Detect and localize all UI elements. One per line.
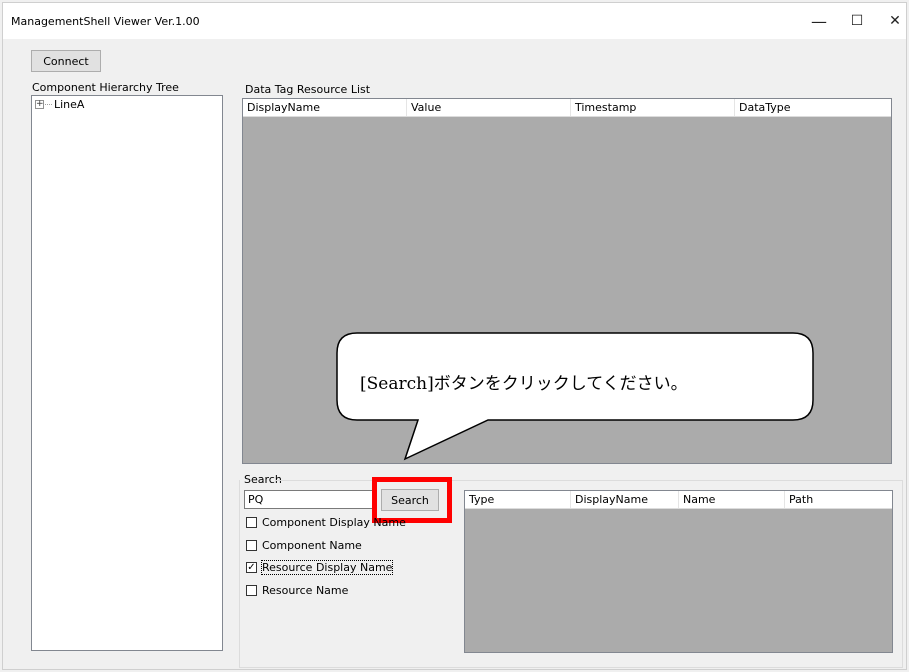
tree-node-label: LineA — [54, 98, 85, 111]
maximize-icon: ☐ — [850, 13, 864, 29]
search-options: Component Display Name Component Name ✓ … — [246, 514, 466, 604]
title-bar: ManagementShell Viewer Ver.1.00 — ☐ ✕ — [3, 3, 906, 39]
option-resource-name[interactable]: Resource Name — [246, 582, 348, 598]
search-results-header: Type DisplayName Name Path — [465, 491, 892, 509]
expand-icon[interactable]: + — [35, 100, 44, 109]
option-label: Component Display Name — [262, 515, 406, 529]
app-window: ManagementShell Viewer Ver.1.00 — ☐ ✕ Co… — [2, 2, 907, 670]
option-label: Resource Display Name — [260, 559, 394, 575]
data-tag-label: Data Tag Resource List — [245, 83, 371, 96]
checkbox[interactable] — [246, 516, 257, 528]
search-results-grid[interactable]: Type DisplayName Name Path — [464, 490, 893, 653]
minimize-icon: — — [811, 11, 827, 31]
checkbox[interactable] — [246, 584, 257, 596]
option-resource-display-name[interactable]: ✓ Resource Display Name — [246, 559, 394, 575]
column-header-type[interactable]: Type — [465, 491, 571, 508]
column-header-timestamp[interactable]: Timestamp — [571, 99, 735, 116]
column-header-displayname[interactable]: DisplayName — [571, 491, 679, 508]
checkmark-icon: ✓ — [247, 561, 256, 573]
callout-text: [Search]ボタンをクリックしてください。 — [360, 374, 688, 394]
tree-connector — [45, 104, 52, 105]
window-title: ManagementShell Viewer Ver.1.00 — [11, 15, 200, 28]
checkbox[interactable] — [246, 539, 257, 551]
column-header-name[interactable]: Name — [679, 491, 785, 508]
data-tag-grid-header: DisplayName Value Timestamp DataType — [243, 99, 891, 117]
column-header-path[interactable]: Path — [785, 491, 892, 508]
column-header-displayname[interactable]: DisplayName — [243, 99, 407, 116]
close-icon: ✕ — [889, 13, 901, 29]
component-tree[interactable]: + LineA — [31, 95, 223, 651]
checkbox-checked[interactable]: ✓ — [246, 561, 257, 573]
minimize-button[interactable]: — — [799, 7, 839, 35]
callout-bubble — [336, 332, 814, 461]
column-header-value[interactable]: Value — [407, 99, 571, 116]
option-label: Component Name — [262, 538, 362, 552]
maximize-button[interactable]: ☐ — [837, 7, 877, 35]
search-group-divider — [275, 480, 903, 481]
search-input[interactable]: PQ — [244, 490, 374, 509]
tree-label: Component Hierarchy Tree — [32, 81, 179, 94]
close-button[interactable]: ✕ — [875, 7, 909, 35]
column-header-datatype[interactable]: DataType — [735, 99, 891, 116]
tree-node-linea[interactable]: + LineA — [35, 98, 84, 111]
option-component-display-name[interactable]: Component Display Name — [246, 514, 406, 530]
option-label: Resource Name — [262, 583, 349, 597]
option-component-name[interactable]: Component Name — [246, 537, 362, 553]
callout-shape — [336, 332, 814, 461]
connect-button[interactable]: Connect — [31, 50, 101, 72]
